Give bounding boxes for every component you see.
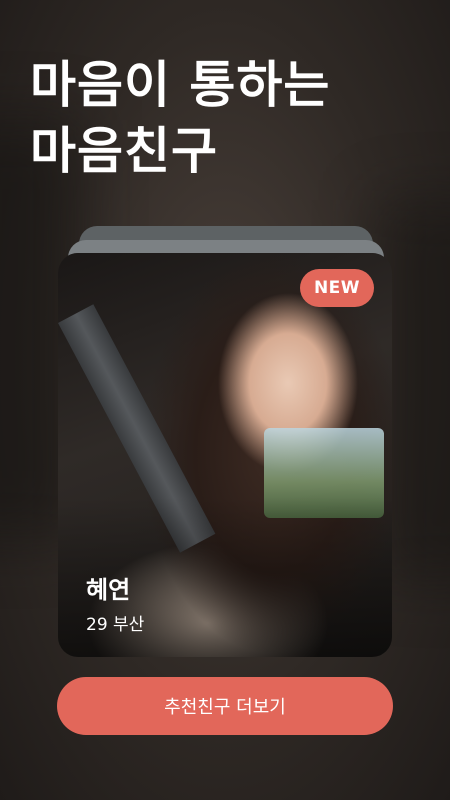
headline-line-1: 마음이 통하는 (30, 56, 331, 114)
profile-name: 혜연 (86, 576, 131, 604)
more-recommendations-button[interactable]: 추천친구 더보기 (57, 677, 393, 735)
profile-card[interactable]: NEW 혜연 29 부산 (58, 253, 392, 657)
headline-line-2: 마음친구 (30, 122, 218, 180)
profile-age-location: 29 부산 (86, 615, 145, 635)
screen: 마음이 통하는 마음친구 NEW 혜연 29 부산 추천친구 더보기 (0, 0, 450, 800)
new-badge: NEW (300, 269, 374, 307)
headline: 마음이 통하는 마음친구 (30, 52, 330, 184)
